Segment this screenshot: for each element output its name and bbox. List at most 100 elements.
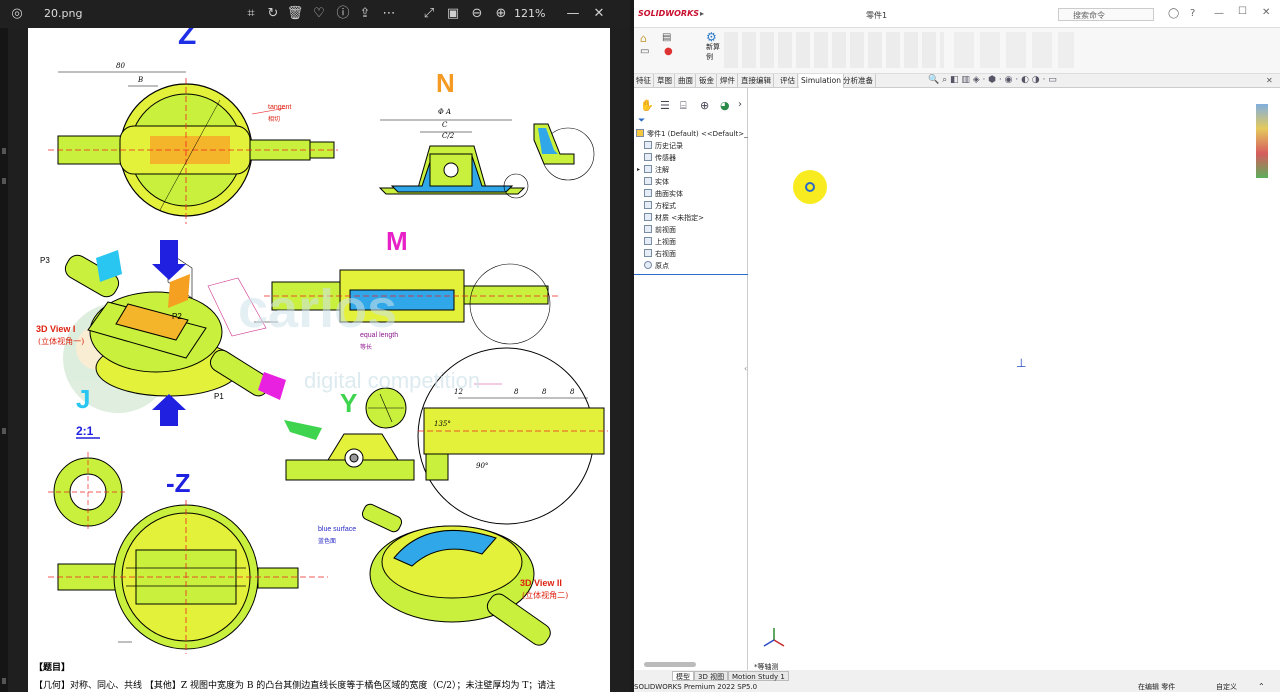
close-icon[interactable]: ✕	[590, 0, 608, 28]
tree-item-label: 注解	[655, 166, 669, 174]
dim-phi-a: Φ A	[438, 108, 452, 116]
rollback-bar[interactable]	[634, 274, 748, 275]
expand-icon[interactable]: ▸	[637, 164, 640, 176]
sw-bottom-bar: 模型 3D 视图 Motion Study 1 SOLIDWORKS Premi…	[634, 670, 1280, 692]
new-study-button[interactable]: 新算例	[706, 42, 720, 62]
tab-direct-edit[interactable]: 直接编辑	[739, 74, 774, 88]
crop-icon[interactable]: ⌗	[242, 0, 260, 28]
view-n-label: N	[436, 68, 455, 98]
fit-icon[interactable]: ▣	[444, 0, 462, 28]
label-blue-surface-cn: 蓝色面	[318, 538, 337, 545]
display-manager-tab-icon[interactable]: ◕	[720, 99, 730, 112]
dimxpert-tab-icon[interactable]: ⊕	[700, 99, 709, 112]
watermark-text: carlos	[238, 279, 398, 339]
fullscreen-icon[interactable]: ⤢	[420, 0, 438, 28]
material-icon	[644, 213, 652, 221]
tab-motion-study[interactable]: Motion Study 1	[728, 671, 789, 681]
tree-item-top-plane[interactable]: 上视面	[644, 236, 676, 248]
tree-item-history[interactable]: 历史记录	[644, 140, 683, 152]
tree-item-annotations[interactable]: ▸ 注解	[637, 164, 669, 176]
dim-b: B	[138, 76, 144, 84]
tree-item-sensors[interactable]: 传感器	[644, 152, 676, 164]
tree-item-front-plane[interactable]: 前视面	[644, 224, 676, 236]
status-units[interactable]: 自定义	[1216, 682, 1237, 692]
tab-sheet-metal[interactable]: 钣金	[697, 74, 717, 88]
tab-surface[interactable]: 曲面	[676, 74, 696, 88]
tree-item-origin[interactable]: 原点	[644, 260, 669, 272]
plane-icon	[644, 237, 652, 245]
feature-manager-tab-icon[interactable]: ✋	[640, 99, 654, 112]
label-tangent-cn: 相切	[268, 116, 281, 123]
sw-minimize-icon[interactable]: —	[1214, 8, 1224, 19]
label-3d-view-1-cn: (立体视角一)	[38, 337, 85, 346]
config-manager-tab-icon[interactable]: ⌸	[680, 99, 687, 113]
filter-icon[interactable]: ⏷	[638, 116, 645, 126]
delete-icon[interactable]: 🗑	[286, 0, 304, 28]
menu-arrow-icon[interactable]: ▸	[700, 9, 704, 18]
favorite-icon[interactable]: ♡	[310, 0, 328, 28]
new-file-icon[interactable]: ▭	[640, 46, 649, 57]
task-heading: 【题目】	[34, 663, 71, 673]
dim-c2: C/2	[442, 132, 455, 140]
status-help-icon[interactable]: ⌃	[1258, 682, 1265, 692]
sw-close-icon[interactable]: ✕	[1262, 7, 1270, 18]
command-manager-tabs: 特征 草图 曲面 钣金 焊件 直接编辑 评估 Simulation 分析准备 🔍…	[634, 74, 1280, 88]
tab-features[interactable]: 特征	[634, 74, 654, 88]
panel-scrollbar[interactable]	[644, 662, 696, 667]
tree-item-equations[interactable]: 方程式	[644, 200, 676, 212]
viewer-toolbar: ◎ 20.png ⌗ ↻ 🗑 ♡ ⓘ ⇪ ⋯ ⤢ ▣ ⊖ ⊕ 121% — ✕	[0, 0, 630, 28]
tree-item-label: 历史记录	[655, 142, 683, 150]
sw-maximize-icon[interactable]: ☐	[1238, 6, 1247, 17]
watermark-subtext: digital competition	[304, 368, 481, 393]
save-icon[interactable]: ▤	[662, 32, 671, 43]
tab-evaluate[interactable]: 评估	[778, 74, 798, 88]
tab-model[interactable]: 模型	[672, 671, 694, 681]
taskbar-strip	[0, 28, 8, 692]
tree-item-label: 右视面	[655, 250, 676, 258]
tab-sketch[interactable]: 草图	[655, 74, 675, 88]
tree-item-solid-bodies[interactable]: 实体	[644, 176, 669, 188]
equation-icon	[644, 201, 652, 209]
3d-view-2	[361, 503, 551, 646]
tree-item-label: 传感器	[655, 154, 676, 162]
task-pane-tabs[interactable]	[1256, 104, 1268, 178]
panel-collapse-icon[interactable]: ‹	[744, 364, 747, 373]
rotate-icon[interactable]: ↻	[264, 0, 282, 28]
disabled-ribbon-buttons	[724, 32, 944, 68]
home-icon[interactable]: ⌂	[640, 32, 647, 45]
zoom-in-icon[interactable]: ⊕	[492, 0, 510, 28]
tree-item-material[interactable]: 材质 <未指定>	[644, 212, 704, 224]
tab-simulation[interactable]: Simulation	[799, 74, 844, 88]
sw-ribbon: ⌂ ▭ ▤ ● ⚙ 新算例	[634, 28, 1280, 74]
zoom-out-icon[interactable]: ⊖	[468, 0, 486, 28]
dim-8b: 8	[542, 388, 547, 396]
property-manager-tab-icon[interactable]: ☰	[660, 99, 670, 112]
more-icon[interactable]: ⋯	[380, 0, 398, 28]
canvas-close-icon[interactable]: ✕	[1266, 76, 1273, 85]
info-icon[interactable]: ⓘ	[334, 0, 352, 28]
panel-more-icon[interactable]: ›	[738, 99, 742, 110]
graphics-area[interactable]: ✕ ⊥ ‹ *等轴测	[744, 76, 1280, 671]
rebuild-icon[interactable]: ●	[664, 46, 673, 57]
tree-item-surface-bodies[interactable]: 曲面实体	[644, 188, 683, 200]
tree-root[interactable]: 零件1 (Default) <<Default>_P	[636, 128, 752, 140]
viewer-filename: 20.png	[44, 7, 83, 20]
tree-item-right-plane[interactable]: 右视面	[644, 248, 676, 260]
app-icon: ◎	[11, 6, 23, 21]
minimize-icon[interactable]: —	[564, 0, 582, 28]
sensor-icon	[644, 153, 652, 161]
label-blue-surface: blue surface	[318, 526, 357, 533]
tree-root-label: 零件1 (Default) <<Default>_P	[647, 130, 752, 138]
cursor-icon	[805, 182, 815, 192]
sw-titlebar: SOLIDWORKS ▸ 零件1 搜索命令 ◯ ? — ☐ ✕	[634, 0, 1280, 28]
search-commands-box[interactable]: 搜索命令	[1058, 8, 1154, 21]
tree-item-label: 实体	[655, 178, 669, 186]
tab-analysis-prep[interactable]: 分析准备	[841, 74, 876, 88]
tab-weldments[interactable]: 焊件	[718, 74, 738, 88]
share-icon[interactable]: ⇪	[356, 0, 374, 28]
user-icon[interactable]: ◯	[1168, 8, 1179, 19]
dim-135: 135°	[434, 420, 451, 428]
help-icon[interactable]: ?	[1190, 8, 1195, 19]
tab-3d-views[interactable]: 3D 视图	[694, 671, 729, 681]
j-arrow-graphic	[96, 250, 122, 282]
